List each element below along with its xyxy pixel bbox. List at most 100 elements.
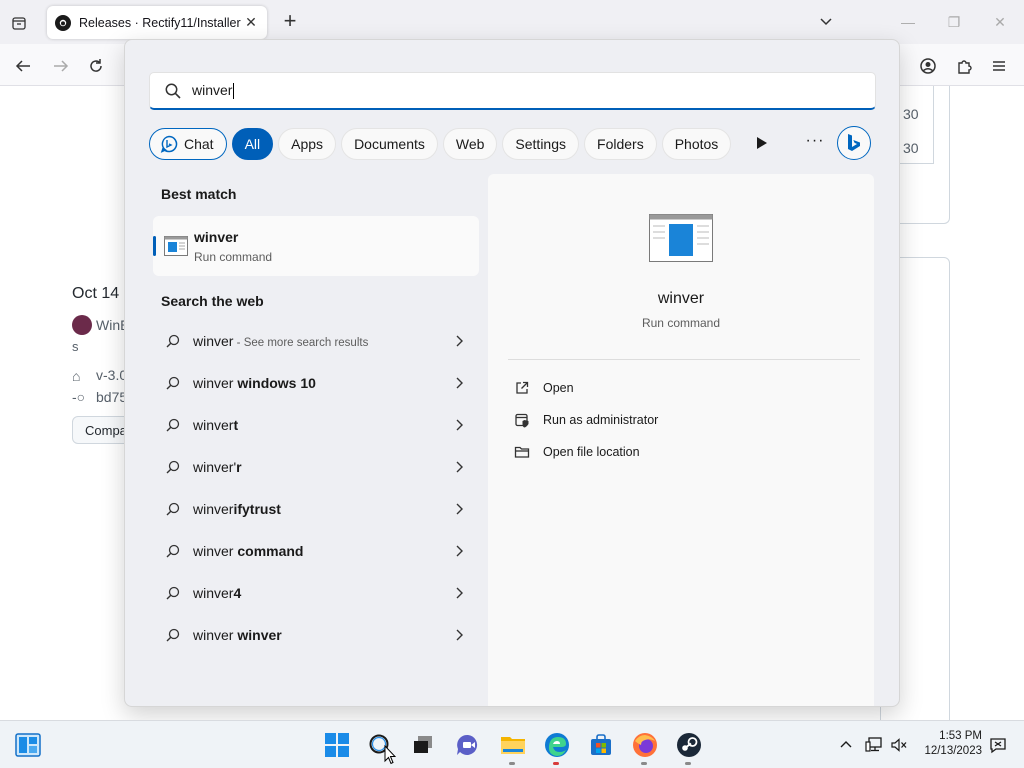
chevron-right-icon (456, 587, 463, 599)
github-icon (55, 14, 71, 31)
chevron-right-icon (456, 377, 463, 389)
web-result-text: winver'r (193, 459, 451, 475)
best-match-name: winver (194, 229, 239, 245)
bg-text: s (72, 339, 79, 354)
chevron-right-icon (456, 419, 463, 431)
best-match-heading: Best match (161, 186, 237, 202)
running-indicator (509, 762, 515, 765)
result-suggested-text: command (237, 543, 304, 559)
action-label: Open file location (543, 445, 640, 459)
web-result-text: winver4 (193, 585, 451, 601)
volume-muted-icon[interactable] (889, 734, 909, 756)
web-result-item[interactable]: winver command (153, 531, 479, 571)
filter-apps[interactable]: Apps (278, 128, 337, 160)
web-result-text: winver windows 10 (193, 375, 451, 391)
start-icon[interactable] (321, 729, 353, 761)
chevron-right-icon (456, 545, 463, 557)
search-icon (166, 586, 180, 600)
menu-icon[interactable] (986, 53, 1012, 79)
bing-icon[interactable] (837, 126, 871, 160)
filter-folders[interactable]: Folders (584, 128, 657, 160)
web-result-item[interactable]: winver - See more search results (153, 321, 479, 361)
running-indicator (641, 762, 647, 765)
bg-number: 30 (903, 140, 919, 156)
widgets-icon[interactable] (12, 729, 44, 761)
filter-documents[interactable]: Documents (341, 128, 438, 160)
action-open-file-location[interactable]: Open file location (514, 440, 640, 464)
filter-settings[interactable]: Settings (502, 128, 580, 160)
filter-chat[interactable]: Chat (149, 128, 227, 160)
task-view-icon[interactable] (407, 729, 439, 761)
restore-icon[interactable]: ❐ (942, 10, 966, 34)
store-icon[interactable] (585, 729, 617, 761)
preview-pane: winver Run command Open Run as administr… (488, 174, 874, 706)
edge-icon[interactable] (541, 729, 573, 761)
action-open[interactable]: Open (514, 376, 574, 400)
account-icon[interactable] (915, 53, 941, 79)
text-caret (233, 83, 235, 100)
search-box[interactable]: winver (149, 72, 876, 110)
network-icon[interactable] (864, 734, 884, 756)
result-typed-text: winver (193, 417, 234, 433)
clock-time: 1:53 PM (939, 730, 982, 742)
search-icon (166, 628, 180, 642)
chevron-down-icon[interactable] (816, 12, 836, 32)
play-icon[interactable] (751, 133, 771, 153)
notifications-icon[interactable] (988, 734, 1008, 756)
chevron-right-icon (456, 503, 463, 515)
forward-icon[interactable] (48, 53, 74, 79)
search-input[interactable]: winver (192, 82, 235, 100)
tag-icon: ⌂ (72, 368, 81, 384)
result-suggested-text: 4 (233, 585, 242, 601)
filter-photos[interactable]: Photos (661, 128, 732, 160)
tab-list-icon[interactable] (8, 12, 30, 34)
release-commit[interactable]: bd75 (96, 389, 127, 405)
release-date: Oct 14 (72, 285, 120, 302)
system-clock[interactable]: 1:53 PM 12/13/2023 (916, 729, 982, 759)
extensions-icon[interactable] (951, 53, 977, 79)
web-result-item[interactable]: winvert (153, 405, 479, 445)
new-tab-button[interactable]: + (278, 10, 302, 34)
browser-tab[interactable]: Releases · Rectify11/Installer ✕ (47, 6, 267, 39)
reload-icon[interactable] (83, 53, 109, 79)
search-icon (166, 544, 180, 558)
result-typed-text: winver (193, 375, 238, 391)
result-suggested-text: ifytrust (233, 501, 281, 517)
search-icon (165, 83, 181, 99)
web-result-item[interactable]: winver windows 10 (153, 363, 479, 403)
more-options-button[interactable]: ··· (803, 132, 827, 154)
tab-title: Releases · Rectify11/Installer (79, 15, 241, 30)
web-result-item[interactable]: winver winver (153, 615, 479, 655)
result-typed-text: winver (193, 501, 234, 517)
result-suggested-text: winver (237, 627, 282, 643)
minimize-icon[interactable]: — (896, 10, 920, 34)
chat-icon[interactable] (452, 729, 484, 761)
folder-icon (514, 446, 530, 458)
clock-date: 12/13/2023 (924, 745, 982, 757)
file-explorer-icon[interactable] (497, 729, 529, 761)
tab-close-button[interactable]: ✕ (241, 13, 261, 33)
filter-web[interactable]: Web (442, 128, 498, 160)
close-window-icon[interactable]: ✕ (988, 10, 1012, 34)
browser-tab-bar: Releases · Rectify11/Installer ✕ + — ❐ ✕ (0, 0, 1024, 44)
action-label: Run as administrator (543, 413, 659, 427)
result-typed-text: winver (193, 543, 238, 559)
web-result-item[interactable]: winverifytrust (153, 489, 479, 529)
steam-icon[interactable] (673, 729, 705, 761)
search-icon (166, 502, 180, 516)
firefox-icon[interactable] (629, 729, 661, 761)
action-run-as-admin[interactable]: Run as administrator (514, 408, 658, 432)
commit-icon: -○ (72, 389, 86, 405)
web-result-item[interactable]: winver'r (153, 447, 479, 487)
filter-all[interactable]: All (231, 128, 274, 160)
back-icon[interactable] (10, 53, 36, 79)
web-result-text: winver - See more search results (193, 333, 451, 349)
preview-name: winver (657, 290, 705, 307)
best-match-item[interactable]: winver Run command (153, 216, 479, 276)
chevron-up-icon[interactable] (836, 734, 856, 756)
result-typed-text: winver (193, 627, 238, 643)
web-result-text: winver winver (193, 627, 451, 643)
release-tag[interactable]: v-3.0 (96, 367, 127, 383)
web-result-item[interactable]: winver4 (153, 573, 479, 613)
search-flyout: winver Chat All Apps Documents Web Setti… (124, 39, 900, 707)
